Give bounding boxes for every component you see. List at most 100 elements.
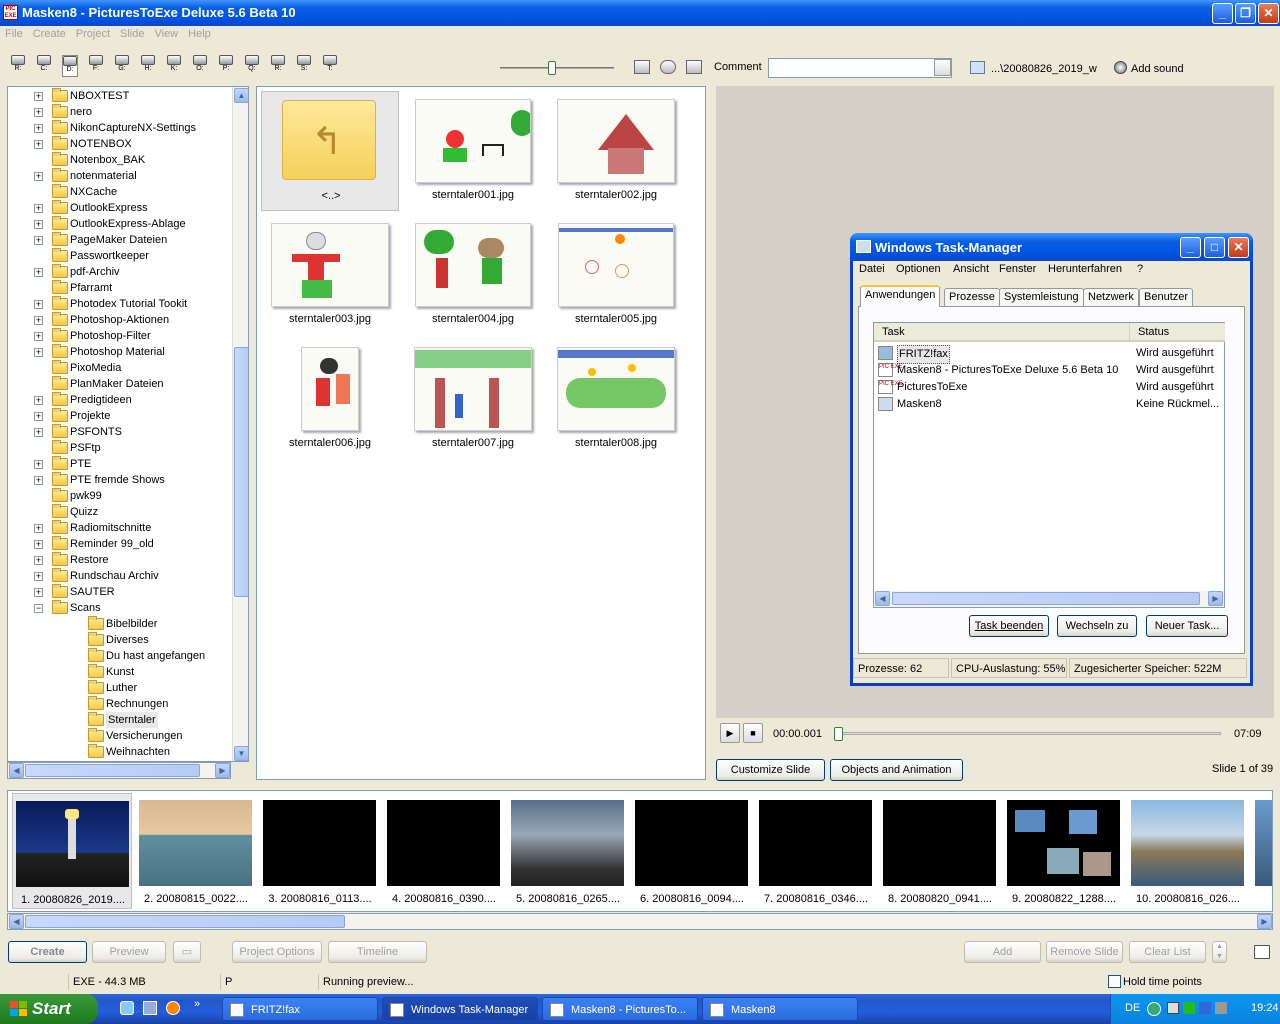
drive-button[interactable]: R: xyxy=(10,55,26,77)
tree-item[interactable]: pwk99 xyxy=(8,488,230,504)
file-item[interactable]: sterntaler006.jpg xyxy=(261,339,399,459)
slide-item[interactable]: 4. 20080816_0390.... xyxy=(384,793,504,909)
minimize-button[interactable]: _ xyxy=(1212,3,1233,24)
quicklaunch-ie-icon[interactable] xyxy=(120,1001,134,1015)
tree-item[interactable]: + NOTENBOX xyxy=(8,136,230,152)
tree-item[interactable]: + NikonCaptureNX-Settings xyxy=(8,120,230,136)
tray-app-icon[interactable] xyxy=(1167,1002,1179,1014)
slide-item[interactable]: 2. 20080815_0022.... xyxy=(136,793,256,909)
tree-item[interactable]: − Scans xyxy=(8,600,230,616)
slide-item[interactable]: 10. 20080816_026.... xyxy=(1128,793,1248,909)
quicklaunch-outlook-icon[interactable] xyxy=(143,1001,157,1015)
expand-icon[interactable]: + xyxy=(34,316,43,325)
task-manager-title-bar[interactable]: Windows Task-Manager _ □ ✕ xyxy=(850,233,1253,261)
reorder-spinner[interactable]: ▲ ▼ xyxy=(1212,941,1227,963)
tree-item[interactable]: + Photoshop Material xyxy=(8,344,230,360)
tree-item[interactable]: Weihnachten xyxy=(8,744,230,760)
menu-help[interactable]: Help xyxy=(183,26,216,42)
taskbar-task-masken8[interactable]: Masken8 xyxy=(702,997,858,1021)
tree-item[interactable]: + PSFONTS xyxy=(8,424,230,440)
timeline-knob[interactable] xyxy=(834,727,843,741)
tree-item[interactable]: + Reminder 99_old xyxy=(8,536,230,552)
taskbar-task-fritzfax[interactable]: FRITZ!fax xyxy=(222,997,378,1021)
expand-icon[interactable]: + xyxy=(34,172,43,181)
slide-filmstrip[interactable]: 1. 20080826_2019.... 2. 20080815_0022....… xyxy=(7,790,1273,912)
add-sound-link[interactable]: Add sound xyxy=(1131,63,1184,75)
drive-button[interactable]: Q: xyxy=(244,55,260,77)
tray-security-icon[interactable] xyxy=(1199,1002,1211,1014)
menu-project[interactable]: Project xyxy=(71,26,115,42)
expand-icon[interactable]: + xyxy=(34,348,43,357)
stop-button[interactable]: ■ xyxy=(743,723,763,743)
customize-slide-button[interactable]: Customize Slide xyxy=(716,759,825,781)
clear-list-button[interactable]: Clear List xyxy=(1129,941,1206,963)
slide-item[interactable]: 3. 20080816_0113.... xyxy=(260,793,380,909)
language-indicator[interactable]: DE xyxy=(1125,1002,1140,1014)
file-item[interactable]: sterntaler004.jpg xyxy=(404,215,542,335)
switch-to-button[interactable]: Wechseln zu xyxy=(1057,615,1137,637)
fullscreen-icon[interactable]: ▭ xyxy=(173,941,201,963)
slide-item[interactable]: 6. 20080816_0094.... xyxy=(632,793,752,909)
task-row[interactable]: PIC EXE PicturesToExe Wird ausgeführt xyxy=(878,379,1222,396)
file-item[interactable]: sterntaler007.jpg xyxy=(404,339,542,459)
column-header-status[interactable]: Status xyxy=(1130,323,1225,342)
expand-icon[interactable]: + xyxy=(34,428,43,437)
restore-window-icon[interactable] xyxy=(1254,945,1270,959)
tree-item[interactable]: Du hast angefangen xyxy=(8,648,230,664)
tray-network-icon[interactable] xyxy=(1183,1002,1195,1014)
end-task-button[interactable]: Task beenden xyxy=(969,615,1049,637)
close-button[interactable]: ✕ xyxy=(1258,3,1279,24)
slider-knob[interactable] xyxy=(548,61,556,75)
tm-menu-fenster[interactable]: Fenster xyxy=(999,263,1036,275)
tray-volume-icon[interactable] xyxy=(1215,1002,1227,1014)
tm-minimize-button[interactable]: _ xyxy=(1180,237,1201,258)
drive-button[interactable]: F: xyxy=(88,55,104,77)
tree-item[interactable]: PSFtp xyxy=(8,440,230,456)
file-item[interactable]: sterntaler005.jpg xyxy=(547,215,685,335)
tree-item[interactable]: Sterntaler xyxy=(8,712,230,728)
project-options-button[interactable]: Project Options xyxy=(232,941,322,963)
file-item[interactable]: sterntaler001.jpg xyxy=(404,91,542,211)
tree-item[interactable]: + Rundschau Archiv xyxy=(8,568,230,584)
tree-item[interactable]: Luther xyxy=(8,680,230,696)
tree-item[interactable]: + Predigtideen xyxy=(8,392,230,408)
tree-item[interactable]: PixoMedia xyxy=(8,360,230,376)
maximize-button[interactable]: ❐ xyxy=(1235,3,1256,24)
scroll-right-arrow[interactable]: ▶ xyxy=(215,763,230,778)
tree-item[interactable]: + pdf-Archiv xyxy=(8,264,230,280)
tree-item[interactable]: + NBOXTEST xyxy=(8,88,230,104)
tree-item[interactable]: + SAUTER xyxy=(8,584,230,600)
tab-anwendungen[interactable]: Anwendungen xyxy=(860,285,941,307)
tab-prozesse[interactable]: Prozesse xyxy=(944,288,1000,306)
tree-item[interactable]: Diverses xyxy=(8,632,230,648)
quicklaunch-firefox-icon[interactable] xyxy=(166,1001,180,1015)
tree-item[interactable]: PlanMaker Dateien xyxy=(8,376,230,392)
drive-button[interactable]: C: xyxy=(36,55,52,77)
thumbnail-size-slider[interactable] xyxy=(500,67,614,69)
file-browser[interactable]: ↰ <..> sterntaler001.jpg sterntaler002.jpg s… xyxy=(256,86,706,780)
new-task-button[interactable]: Neuer Task... xyxy=(1146,615,1228,637)
tray-expand-icon[interactable] xyxy=(1147,1002,1161,1016)
quicklaunch-more-icon[interactable]: » xyxy=(194,998,200,1010)
expand-icon[interactable]: + xyxy=(34,140,43,149)
remove-slide-button[interactable]: Remove Slide xyxy=(1046,941,1123,963)
expand-icon[interactable]: + xyxy=(34,540,43,549)
drive-button[interactable]: G: xyxy=(114,55,130,77)
tree-item[interactable]: + OutlookExpress xyxy=(8,200,230,216)
tm-menu-help[interactable]: ? xyxy=(1137,263,1143,275)
drive-button[interactable]: K: xyxy=(166,55,182,77)
timeline-track[interactable] xyxy=(838,732,1221,735)
start-button[interactable]: Start xyxy=(0,994,98,1024)
tm-menu-optionen[interactable]: Optionen xyxy=(896,263,941,275)
menu-create[interactable]: Create xyxy=(28,26,71,42)
parent-folder-item[interactable]: ↰ <..> xyxy=(261,91,399,211)
expand-icon[interactable]: + xyxy=(34,460,43,469)
tm-close-button[interactable]: ✕ xyxy=(1228,237,1249,258)
expand-icon[interactable]: + xyxy=(34,412,43,421)
file-item[interactable]: sterntaler008.jpg xyxy=(547,339,685,459)
slide-item[interactable]: 11. xyxy=(1252,793,1272,909)
tm-scroll-left-arrow[interactable]: ◀ xyxy=(875,591,890,606)
expand-icon[interactable]: + xyxy=(34,476,43,485)
filmstrip-scrollbar[interactable]: ◀ ▶ xyxy=(7,913,1273,930)
speaker-icon[interactable] xyxy=(1114,61,1127,74)
